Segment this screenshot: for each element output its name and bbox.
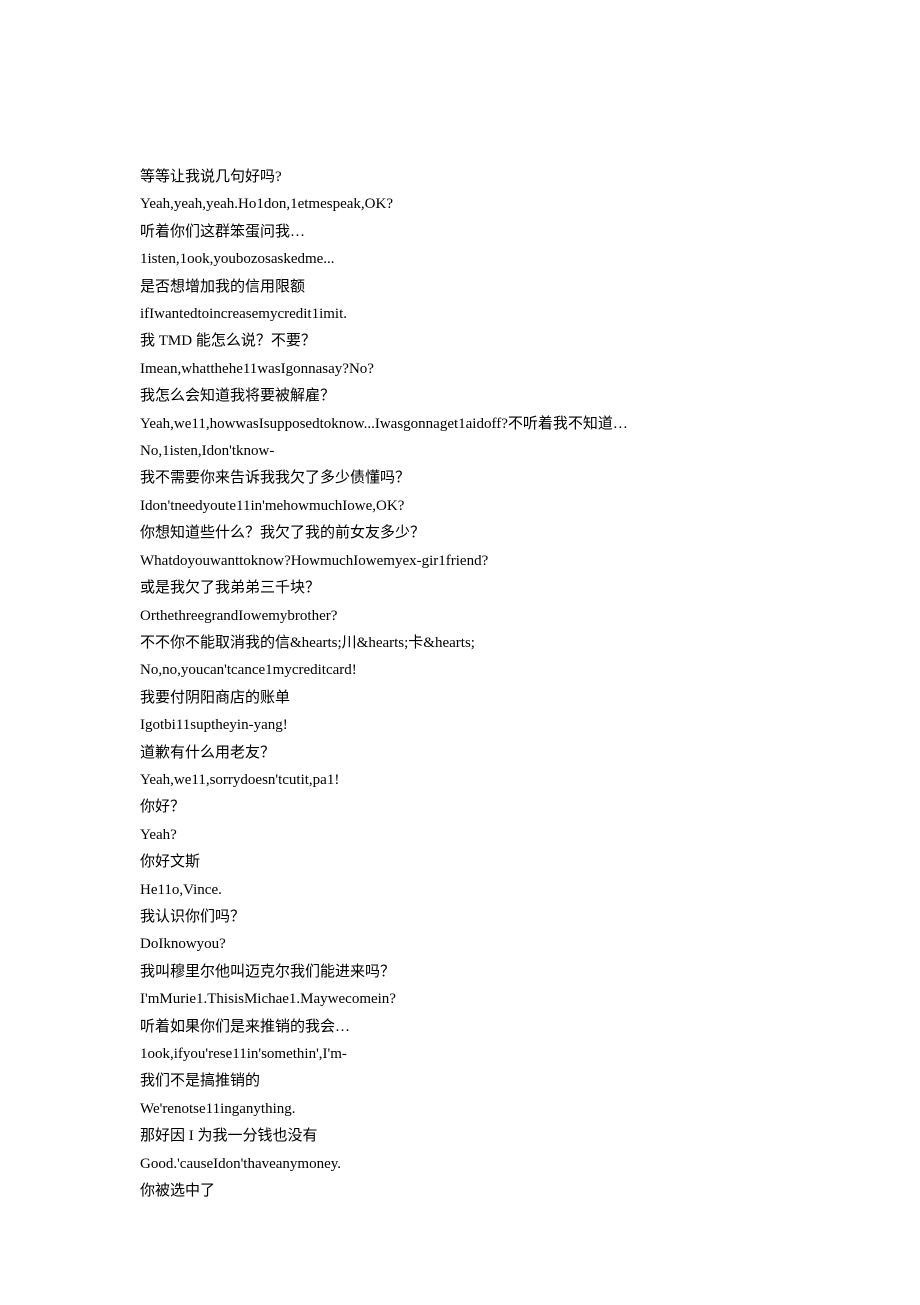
text-line: 你想知道些什么？我欠了我的前女友多少？ — [140, 520, 780, 547]
text-line: Good.'causeIdon'thaveanymoney. — [140, 1151, 780, 1178]
text-line: 不不你不能取消我的信&hearts;川&hearts;卡&hearts; — [140, 630, 780, 657]
text-line: 我叫穆里尔他叫迈克尔我们能进来吗？ — [140, 959, 780, 986]
text-line: 道歉有什么用老友？ — [140, 740, 780, 767]
text-line: 我 TMD 能怎么说？不要？ — [140, 328, 780, 355]
text-line: ifIwantedtoincreasemycredit1imit. — [140, 301, 780, 328]
text-line: Imean,whatthehe11wasIgonnasay?No? — [140, 356, 780, 383]
text-line: I'mMurie1.ThisisMichae1.Maywecomein? — [140, 986, 780, 1013]
text-line: 我不需要你来告诉我我欠了多少债懂吗？ — [140, 465, 780, 492]
text-line: Yeah,we11,howwasIsupposedtoknow...Iwasgo… — [140, 411, 780, 438]
text-line: We'renotse11inganything. — [140, 1096, 780, 1123]
text-line: Igotbi11suptheyin-yang! — [140, 712, 780, 739]
text-line: 听着如果你们是来推销的我会… — [140, 1014, 780, 1041]
text-line: Yeah,we11,sorrydoesn'tcutit,pa1! — [140, 767, 780, 794]
text-line: 你被选中了 — [140, 1178, 780, 1205]
text-line: Whatdoyouwanttoknow?HowmuchIowemyex-gir1… — [140, 548, 780, 575]
text-line: 是否想增加我的信用限额 — [140, 274, 780, 301]
text-line: He11o,Vince. — [140, 877, 780, 904]
text-line: 我认识你们吗？ — [140, 904, 780, 931]
text-line: No,1isten,Idon'tknow- — [140, 438, 780, 465]
text-line: DoIknowyou? — [140, 931, 780, 958]
text-line: Yeah? — [140, 822, 780, 849]
text-line: 我怎么会知道我将要被解雇？ — [140, 383, 780, 410]
text-line: 1isten,1ook,youbozosaskedme... — [140, 246, 780, 273]
text-line: 那好因 I 为我一分钱也没有 — [140, 1123, 780, 1150]
document-body: 等等让我说几句好吗?Yeah,yeah,yeah.Ho1don,1etmespe… — [0, 0, 920, 1305]
text-line: OrthethreegrandIowemybrother? — [140, 603, 780, 630]
text-line: No,no,youcan'tcance1mycreditcard! — [140, 657, 780, 684]
text-line: 等等让我说几句好吗? — [140, 164, 780, 191]
text-line: 我要付阴阳商店的账单 — [140, 685, 780, 712]
text-line: 听着你们这群笨蛋问我… — [140, 219, 780, 246]
text-line: 你好？ — [140, 794, 780, 821]
text-line: 1ook,ifyou'rese11in'somethin',I'm- — [140, 1041, 780, 1068]
text-line: Idon'tneedyoute11in'mehowmuchIowe,OK? — [140, 493, 780, 520]
text-line: Yeah,yeah,yeah.Ho1don,1etmespeak,OK? — [140, 191, 780, 218]
text-line: 你好文斯 — [140, 849, 780, 876]
text-line: 或是我欠了我弟弟三千块？ — [140, 575, 780, 602]
text-line: 我们不是搞推销的 — [140, 1068, 780, 1095]
